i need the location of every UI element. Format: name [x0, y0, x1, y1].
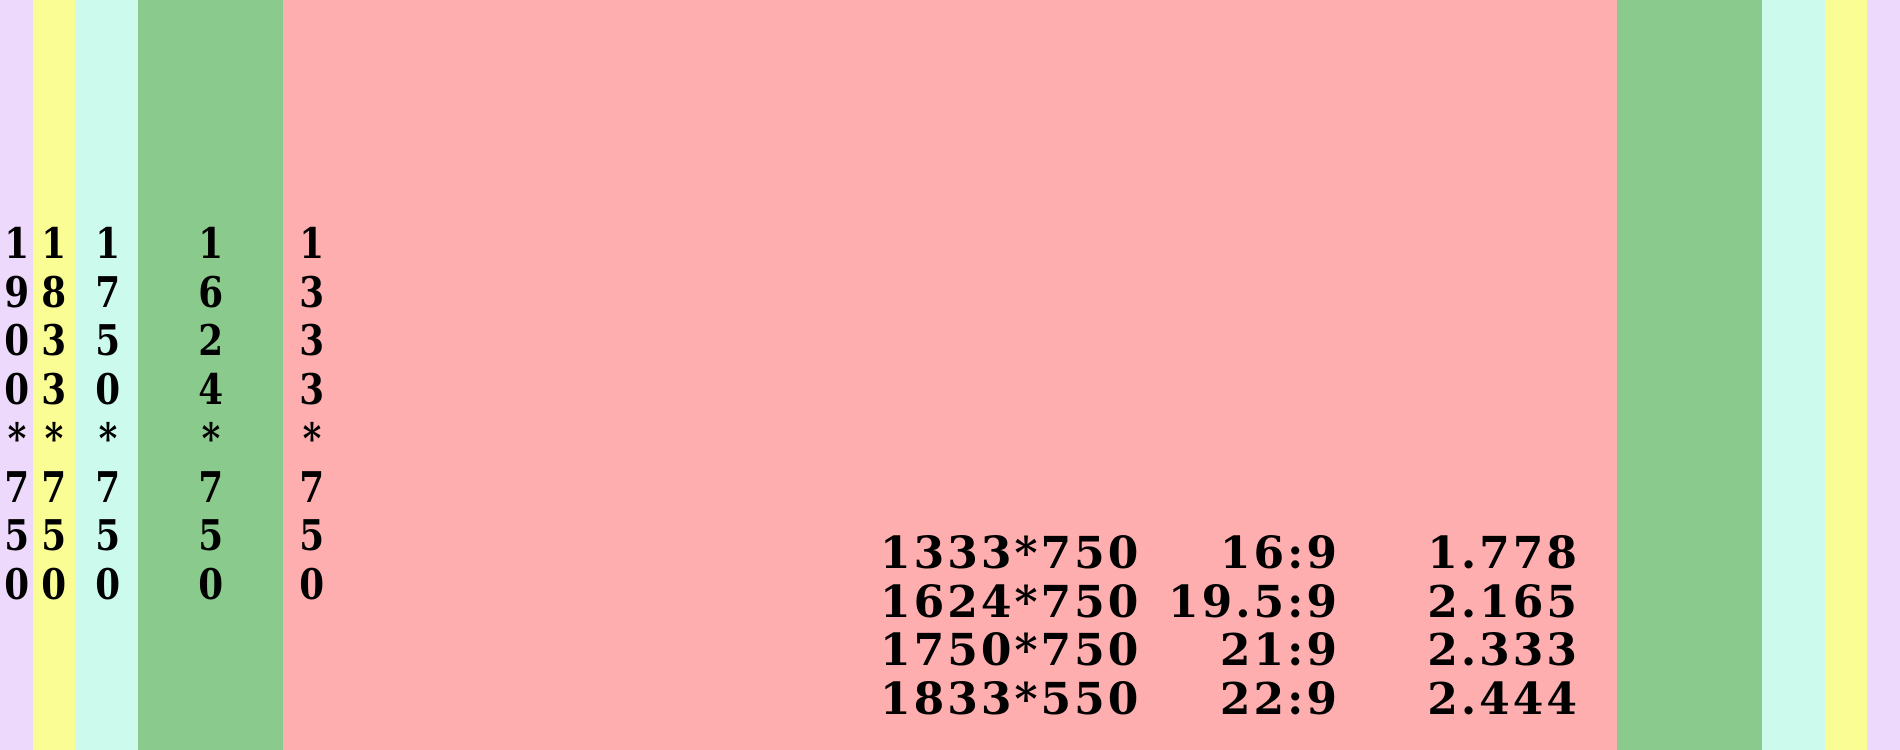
vertical-label-1624: 1 6 2 4 * 7 5 0 — [197, 219, 225, 610]
decimal-cell: 2.165 — [1427, 576, 1580, 628]
label-glyph: 7 — [4, 462, 30, 512]
label-glyph: 8 — [41, 267, 67, 317]
label-glyph: 3 — [299, 316, 325, 366]
vertical-label-1833: 1 8 3 3 * 7 5 0 — [40, 219, 68, 610]
decimal-cell: 2.333 — [1427, 625, 1580, 677]
label-glyph: 3 — [41, 316, 67, 366]
label-glyph: * — [44, 413, 64, 463]
label-glyph: 7 — [198, 462, 224, 512]
label-glyph: 7 — [95, 462, 121, 512]
label-glyph: 2 — [198, 316, 224, 366]
label-glyph: 5 — [299, 511, 325, 561]
decimal-cell: 1.778 — [1427, 528, 1580, 579]
vertical-label-1900: 1 9 0 0 * 7 5 0 — [4, 219, 30, 610]
ratio-cell: 16:9 — [1219, 528, 1340, 579]
label-glyph: * — [98, 413, 118, 463]
label-glyph: 3 — [299, 365, 325, 415]
ratio-cell: 19.5:9 — [1167, 576, 1340, 628]
label-glyph: 1 — [299, 219, 325, 268]
vertical-label-1750: 1 7 5 0 * 7 5 0 — [94, 219, 122, 610]
label-glyph: 5 — [198, 511, 224, 561]
label-glyph: 7 — [95, 267, 121, 317]
label-glyph: * — [302, 413, 322, 463]
label-glyph: 0 — [4, 559, 30, 609]
label-glyph: 0 — [4, 365, 30, 415]
label-glyph: 5 — [4, 511, 30, 561]
decimal-cell: 2.444 — [1427, 673, 1580, 725]
label-glyph: 5 — [95, 316, 121, 366]
table-row: 1333*750 16:9 1.778 — [880, 528, 1580, 579]
label-glyph: * — [201, 413, 221, 463]
label-glyph: 3 — [41, 365, 67, 415]
table-row: 1624*750 19.5:9 2.165 — [880, 576, 1580, 628]
label-glyph: * — [7, 413, 27, 463]
label-glyph: 0 — [41, 559, 67, 609]
label-glyph: 6 — [198, 267, 224, 317]
vertical-label-1333: 1 3 3 3 * 7 5 0 — [298, 219, 326, 610]
label-glyph: 7 — [299, 462, 325, 512]
label-glyph: 3 — [299, 267, 325, 317]
label-glyph: 0 — [299, 559, 325, 609]
label-glyph: 1 — [198, 219, 224, 268]
table-row: 1833*550 22:9 2.444 — [880, 673, 1580, 725]
label-glyph: 1 — [95, 219, 121, 268]
label-glyph: 0 — [95, 365, 121, 415]
resolution-cell: 1333*750 — [880, 528, 1142, 579]
label-glyph: 7 — [41, 462, 67, 512]
resolution-cell: 1833*550 — [880, 673, 1142, 725]
label-glyph: 0 — [95, 559, 121, 609]
resolution-cell: 1624*750 — [880, 576, 1142, 628]
label-glyph: 0 — [198, 559, 224, 609]
label-glyph: 0 — [4, 316, 30, 366]
aspect-ratio-table: 1333*750 16:9 1.778 1624*750 19.5:9 2.16… — [880, 528, 1580, 725]
ratio-cell: 21:9 — [1219, 625, 1340, 677]
label-glyph: 1 — [41, 219, 67, 268]
table-row: 1750*750 21:9 2.333 — [880, 627, 1580, 676]
ratio-cell: 22:9 — [1219, 673, 1340, 725]
label-glyph: 1 — [4, 219, 30, 268]
label-glyph: 5 — [41, 511, 67, 561]
label-glyph: 9 — [4, 267, 30, 317]
resolution-cell: 1750*750 — [880, 625, 1142, 677]
label-glyph: 4 — [198, 365, 224, 415]
label-glyph: 5 — [95, 511, 121, 561]
